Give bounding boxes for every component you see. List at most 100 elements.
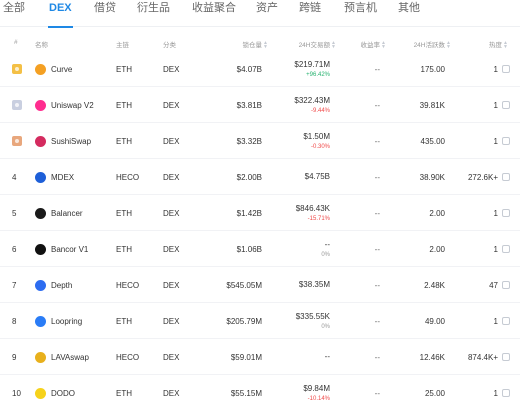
table-row[interactable]: Uniswap V2 ETH DEX $3.81B $322.43M -9.44% -- 39…: [0, 87, 520, 123]
tab-cross-chain[interactable]: 跨链: [299, 0, 321, 27]
category-cell: DEX: [163, 172, 180, 182]
volume-change: 0%: [321, 251, 330, 258]
favorite-icon[interactable]: [502, 65, 510, 73]
protocol-name[interactable]: Balancer: [51, 209, 83, 218]
protocol-name-cell[interactable]: Uniswap V2: [35, 87, 94, 123]
header-volume[interactable]: 24H交易额▲ ▼: [299, 39, 336, 50]
heat-value: 1: [493, 388, 498, 398]
rank-number: 4: [12, 172, 17, 182]
table-row[interactable]: 10 DODO ETH DEX $55.15M $9.84M -10.14% -- 25.00 1: [0, 375, 520, 400]
chain-cell: ETH: [116, 64, 132, 74]
rank-cell: [12, 87, 22, 123]
rank-cell: 4: [12, 159, 16, 195]
protocol-logo-icon: [35, 171, 46, 183]
tvl-cell: $55.15M: [230, 388, 262, 398]
volume-value: $9.84M: [303, 383, 330, 393]
favorite-icon[interactable]: [502, 101, 510, 109]
header-heat[interactable]: 热度▲ ▼: [489, 39, 508, 50]
heat-value: 272.6K+: [467, 172, 498, 182]
protocol-name[interactable]: Depth: [51, 281, 72, 290]
rank-number: 9: [12, 352, 17, 362]
tab-all[interactable]: 全部: [3, 0, 25, 27]
tvl-cell: $205.79M: [226, 316, 262, 326]
volume-value: $322.43M: [294, 95, 330, 105]
protocol-name-cell[interactable]: Loopring: [35, 303, 82, 339]
header-heat-label: 热度: [489, 42, 502, 49]
favorite-icon[interactable]: [502, 137, 510, 145]
protocol-name[interactable]: Curve: [51, 65, 72, 74]
users-cell: 435.00: [420, 136, 445, 146]
protocol-name[interactable]: Uniswap V2: [51, 101, 94, 110]
rank-number: 7: [12, 280, 17, 290]
users-cell: 12.46K: [419, 352, 445, 362]
header-tvl[interactable]: 锁仓量▲ ▼: [243, 39, 269, 50]
rank-cell: [12, 123, 22, 159]
volume-cell: --: [325, 339, 330, 375]
table-row[interactable]: SushiSwap ETH DEX $3.32B $1.50M -0.30% -- 435.0…: [0, 123, 520, 159]
table-row[interactable]: 7 Depth HECO DEX $545.05M $38.35M -- 2.48K 47: [0, 267, 520, 303]
chain-cell: ETH: [116, 316, 132, 326]
tab-derivatives[interactable]: 衍生品: [137, 0, 170, 27]
rank-cell: [12, 51, 22, 87]
users-cell: 2.00: [429, 244, 445, 254]
protocol-name[interactable]: SushiSwap: [51, 137, 91, 146]
protocol-logo-icon: [35, 99, 46, 111]
tvl-cell: $3.32B: [236, 136, 262, 146]
protocol-name[interactable]: Loopring: [51, 317, 82, 326]
favorite-icon[interactable]: [502, 245, 510, 253]
tab-dex[interactable]: DEX: [48, 0, 73, 28]
tvl-cell: $1.42B: [236, 208, 262, 218]
category-tabs: 全部 DEX 借贷 衍生品 收益聚合 资产 跨链 预言机 其他: [0, 0, 520, 28]
table-header: # 名称 主链 分类 锁仓量▲ ▼ 24H交易额▲ ▼ 收益率▲ ▼ 24H活跃数▲ ▼…: [0, 35, 520, 51]
favorite-icon[interactable]: [502, 389, 510, 397]
chain-cell: HECO: [116, 172, 140, 182]
table-row[interactable]: 4 MDEX HECO DEX $2.00B $4.75B -- 38.90K 272.6K+: [0, 159, 520, 195]
heat-cell: 1: [494, 231, 510, 267]
protocol-name-cell[interactable]: MDEX: [35, 159, 74, 195]
rank-number: 5: [12, 208, 17, 218]
protocol-logo-icon: [35, 207, 46, 219]
favorite-icon[interactable]: [502, 209, 510, 217]
volume-value: $4.75B: [304, 172, 330, 181]
volume-value: $335.55K: [295, 311, 330, 321]
table-row[interactable]: Curve ETH DEX $4.07B $219.71M +96.42% -- 175.00…: [0, 51, 520, 87]
protocol-name-cell[interactable]: Bancor V1: [35, 231, 88, 267]
protocol-name[interactable]: Bancor V1: [51, 245, 88, 254]
tab-yield-aggregator[interactable]: 收益聚合: [192, 0, 236, 27]
header-users[interactable]: 24H活跃数▲ ▼: [414, 39, 451, 50]
tab-other[interactable]: 其他: [398, 0, 420, 27]
header-yield[interactable]: 收益率▲ ▼: [360, 39, 387, 50]
header-yield-label: 收益率: [360, 42, 381, 49]
protocol-name[interactable]: DODO: [51, 389, 75, 398]
protocol-name[interactable]: LAVAswap: [51, 353, 89, 362]
protocol-name-cell[interactable]: Balancer: [35, 195, 83, 231]
favorite-icon[interactable]: [502, 317, 510, 325]
protocol-name-cell[interactable]: SushiSwap: [35, 123, 91, 159]
tvl-cell: $4.07B: [236, 64, 262, 74]
table-row[interactable]: 6 Bancor V1 ETH DEX $1.06B -- 0% -- 2.00 1: [0, 231, 520, 267]
volume-value: $846.43K: [295, 203, 330, 213]
table-row[interactable]: 5 Balancer ETH DEX $1.42B $846.43K -15.71% -- 2.…: [0, 195, 520, 231]
protocol-name-cell[interactable]: Curve: [35, 51, 72, 87]
protocol-name-cell[interactable]: LAVAswap: [35, 339, 89, 375]
chain-cell: ETH: [116, 136, 132, 146]
yield-cell: --: [374, 352, 380, 362]
volume-value: --: [324, 352, 330, 361]
table-row[interactable]: 9 LAVAswap HECO DEX $59.01M -- -- 12.46K 874.4K+: [0, 339, 520, 375]
rank-number: 10: [12, 388, 21, 398]
tab-oracle[interactable]: 预言机: [344, 0, 377, 27]
protocol-name-cell[interactable]: DODO: [35, 375, 75, 400]
heat-cell: 874.4K+: [468, 339, 510, 375]
favorite-icon[interactable]: [502, 173, 510, 181]
heat-value: 47: [489, 280, 498, 290]
tab-assets[interactable]: 资产: [256, 0, 278, 27]
table-row[interactable]: 8 Loopring ETH DEX $205.79M $335.55K 0% -- 49.00…: [0, 303, 520, 339]
tab-lending[interactable]: 借贷: [94, 0, 116, 27]
favorite-icon[interactable]: [502, 353, 510, 361]
heat-cell: 1: [494, 123, 510, 159]
header-category: 分类: [163, 42, 176, 49]
protocol-name-cell[interactable]: Depth: [35, 267, 72, 303]
favorite-icon[interactable]: [502, 281, 510, 289]
heat-cell: 47: [489, 267, 510, 303]
protocol-name[interactable]: MDEX: [51, 173, 74, 182]
